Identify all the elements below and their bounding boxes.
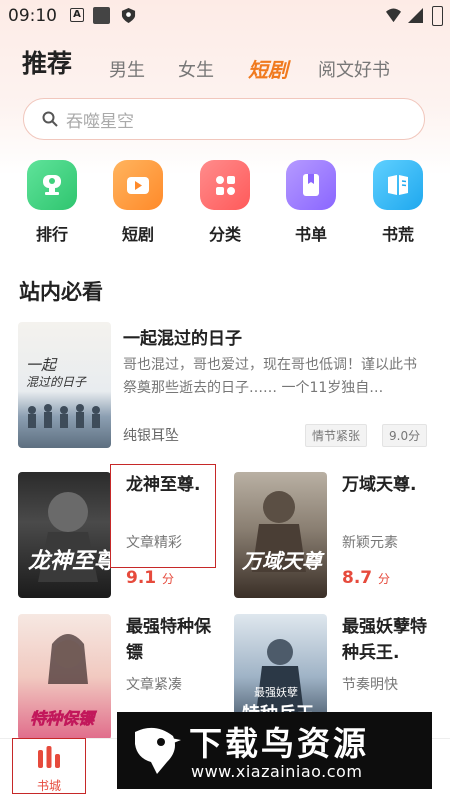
book-cover: 龙神至尊 <box>18 472 111 598</box>
book-title: 最强特种保镖 <box>126 617 211 663</box>
battery-icon <box>432 6 443 26</box>
featured-book[interactable]: 一起 混过的日子 一起混过的日子 哥也混过，哥也爱过，现在哥也低调！谨以此书祭奠… <box>18 322 432 450</box>
status-time: 09:10 <box>8 6 57 26</box>
book-tag: 情节紧张 <box>305 424 368 447</box>
shield-icon <box>121 8 136 23</box>
book-author: 纯银耳坠 <box>123 428 179 444</box>
selection-highlight <box>110 464 216 568</box>
svg-text:一起: 一起 <box>26 356 58 374</box>
category-booklist[interactable]: 书单 <box>276 160 346 245</box>
book-cover: 万域天尊 <box>234 472 327 598</box>
category-label: 分类 <box>208 225 241 244</box>
book-title: 万域天尊. <box>342 475 417 495</box>
category-label: 书荒 <box>381 225 414 244</box>
book-subtitle: 文章紧凑 <box>126 677 182 693</box>
nav-bookstore[interactable]: 书城 <box>12 738 86 794</box>
book-score-tag: 9.0分 <box>382 424 428 447</box>
tab-female[interactable]: 女生 <box>178 56 214 82</box>
svg-text:万域天尊: 万域天尊 <box>241 549 325 573</box>
book-description: 哥也混过，哥也爱过，现在哥也低调！谨以此书祭奠那些逝去的日子…… 一个11岁独自… <box>123 357 417 396</box>
section-title: 站内必看 <box>19 280 103 304</box>
category-label: 书单 <box>294 225 327 244</box>
play-video-icon <box>113 160 163 210</box>
status-bar: 09:10 A <box>0 0 450 32</box>
tab-male[interactable]: 男生 <box>109 56 145 82</box>
tab-recommend[interactable]: 推荐 <box>22 44 72 80</box>
search-bar[interactable]: 吞噬星空 <box>23 98 425 140</box>
signal-icon <box>408 8 423 23</box>
book-title: 最强妖孽特种兵王. <box>342 617 427 663</box>
book-score: 9.1 分 <box>126 568 175 588</box>
category-classify[interactable]: 分类 <box>190 160 260 245</box>
trophy-icon <box>27 160 77 210</box>
tab-short-drama[interactable]: 短剧 <box>248 54 288 83</box>
watermark-banner: 下载鸟资源 www.xiazainiao.com <box>117 712 432 789</box>
grid-icon <box>200 160 250 210</box>
svg-text:混过的日子: 混过的日子 <box>26 375 87 389</box>
category-label: 排行 <box>35 225 68 244</box>
svg-text:龙神至尊: 龙神至尊 <box>28 548 111 574</box>
book-subtitle: 新颖元素 <box>342 535 398 551</box>
book-card[interactable]: 万域天尊 万域天尊. 新颖元素 8.7 分 <box>234 472 446 602</box>
app-square-icon <box>93 7 110 24</box>
app-a-icon: A <box>70 8 84 22</box>
category-short-drama[interactable]: 短剧 <box>103 160 173 245</box>
book-score: 8.7 分 <box>342 568 391 588</box>
bookmark-book-icon <box>286 160 336 210</box>
tab-yuewen-books[interactable]: 阅文好书 <box>318 56 390 82</box>
category-label: 短剧 <box>121 225 154 244</box>
top-tabs: 推荐 男生 女生 短剧 阅文好书 <box>22 44 442 84</box>
book-title: 一起混过的日子 <box>123 329 242 349</box>
category-row: 排行 短剧 分类 书单 书荒 <box>0 160 450 250</box>
nav-label: 书城 <box>36 779 61 793</box>
wifi-icon <box>386 8 401 23</box>
category-ranking[interactable]: 排行 <box>17 160 87 245</box>
watermark-title: 下载鸟资源 <box>189 724 369 763</box>
svg-text:最强妖孽: 最强妖孽 <box>254 685 298 699</box>
book-subtitle: 节奏明快 <box>342 677 398 693</box>
book-cover: 一起 混过的日子 <box>18 322 111 448</box>
book-icon <box>373 160 423 210</box>
category-book-shortage[interactable]: 书荒 <box>363 160 433 245</box>
watermark-url: www.xiazainiao.com <box>191 762 363 781</box>
search-placeholder: 吞噬星空 <box>66 111 134 132</box>
bookstore-icon <box>38 746 60 768</box>
bird-logo-icon <box>135 727 181 774</box>
book-cover: 特种保镖 <box>18 614 111 740</box>
search-icon <box>42 111 58 127</box>
svg-text:特种保镖: 特种保镖 <box>30 709 97 728</box>
